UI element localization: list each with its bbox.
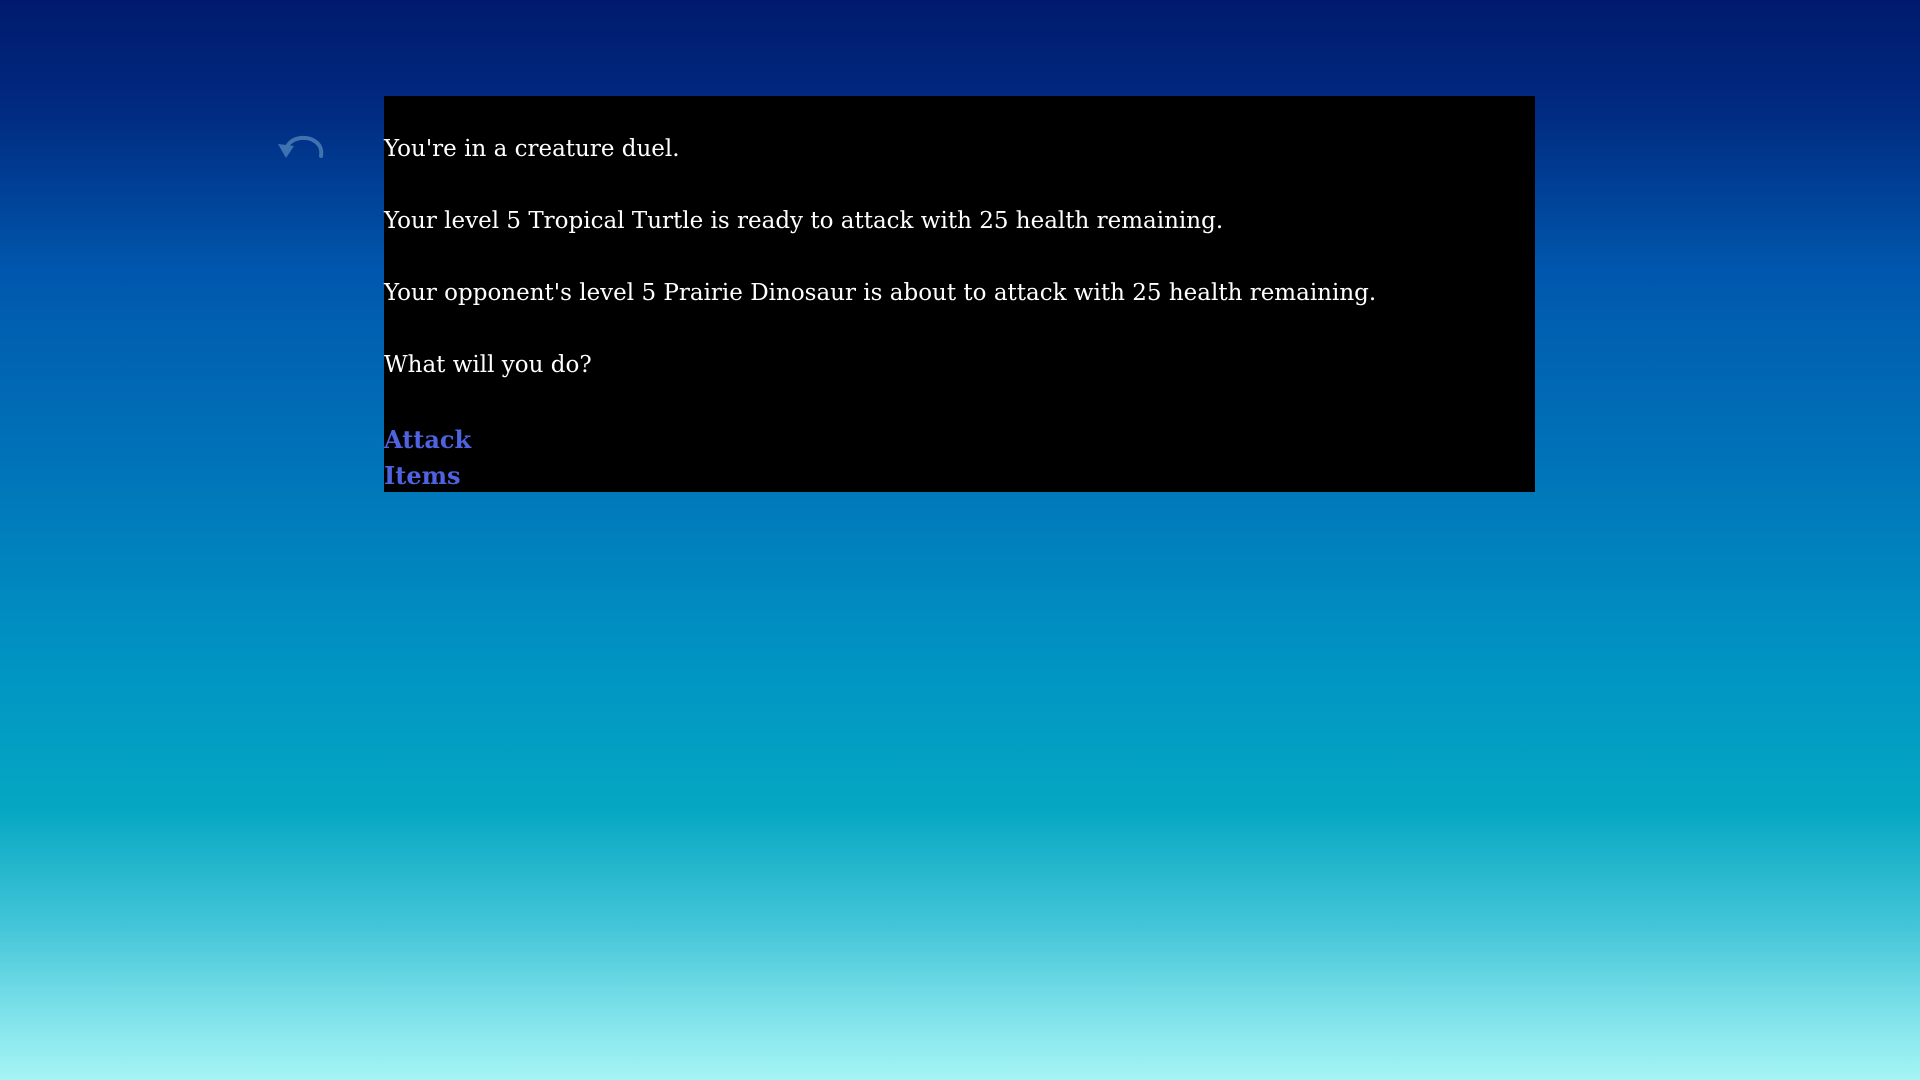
attack-link[interactable]: Attack bbox=[384, 422, 471, 458]
items-link[interactable]: Items bbox=[384, 458, 461, 494]
duel-intro-text: You're in a creature duel. bbox=[384, 136, 680, 162]
undo-button[interactable] bbox=[272, 126, 328, 170]
opponent-creature-status: Your opponent's level 5 Prairie Dinosaur… bbox=[384, 280, 1377, 306]
undo-arrow-icon bbox=[278, 135, 324, 158]
player-creature-status: Your level 5 Tropical Turtle is ready to… bbox=[384, 208, 1224, 234]
action-prompt: What will you do? bbox=[384, 352, 592, 378]
choice-list: Attack Items bbox=[384, 422, 1535, 494]
story-text: You're in a creature duel. Your level 5 … bbox=[384, 96, 1535, 380]
story-panel: You're in a creature duel. Your level 5 … bbox=[384, 96, 1535, 492]
